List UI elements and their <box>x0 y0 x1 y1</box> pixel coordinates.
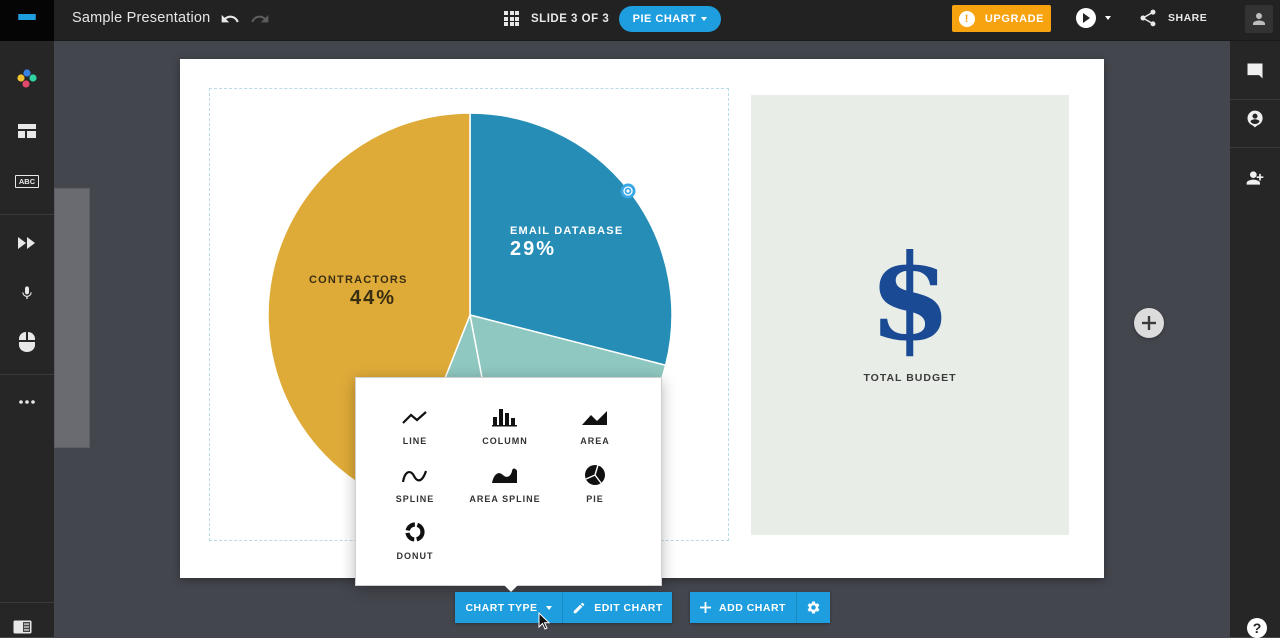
edit-chart-button[interactable]: EDIT CHART <box>562 592 672 623</box>
palette-icon <box>17 69 37 88</box>
add-person-icon <box>1246 171 1264 185</box>
layout-selector-label: PIE CHART <box>632 13 697 25</box>
alert-badge-icon: ! <box>958 10 975 27</box>
layout-selector-button[interactable]: PIE CHART <box>619 6 721 32</box>
caret-down-icon <box>545 605 552 610</box>
area-chart-icon <box>582 411 607 425</box>
chart-type-pie[interactable]: PIE <box>550 464 640 514</box>
sidebar-item-interactions[interactable] <box>0 322 54 362</box>
chart-type-label: SPLINE <box>395 494 435 504</box>
share-icon <box>1140 9 1156 27</box>
caret-down-icon[interactable] <box>1105 16 1111 20</box>
layout-icon <box>18 124 36 138</box>
dollar-symbol: $ <box>868 228 952 367</box>
sidebar-divider <box>0 214 54 215</box>
invite-collaborator-button[interactable] <box>1230 150 1280 206</box>
chart-type-area[interactable]: AREA <box>550 406 640 456</box>
left-sidebar: ABC <box>0 41 54 637</box>
user-icon <box>1253 13 1265 25</box>
add-slide-button[interactable] <box>1134 308 1164 338</box>
account-button[interactable] <box>1245 5 1273 33</box>
column-chart-icon <box>492 409 517 427</box>
slide-panel-toggle-icon[interactable] <box>13 620 32 634</box>
chart-type-button-label: CHART TYPE <box>465 601 538 614</box>
sidebar-item-more[interactable] <box>0 382 54 422</box>
sidebar-item-text[interactable]: ABC <box>0 161 54 201</box>
chart-edit-toolbar: CHART TYPE EDIT CHART <box>455 592 672 623</box>
help-icon: ? <box>1252 620 1262 636</box>
upgrade-button[interactable]: ! UPGRADE <box>952 5 1051 32</box>
top-bar: Sample Presentation SLIDE 3 OF 3 PIE CHA… <box>0 0 1280 41</box>
right-sidebar <box>1230 41 1280 637</box>
sidebar-item-layouts[interactable] <box>0 111 54 151</box>
help-button[interactable]: ? <box>1247 618 1267 638</box>
previous-slide-preview[interactable] <box>54 188 90 448</box>
total-budget-caption: TOTAL BUDGET <box>863 372 957 384</box>
chart-type-label: LINE <box>402 436 428 446</box>
sidebar-item-themes[interactable] <box>0 59 54 99</box>
slides-grid-icon[interactable] <box>504 11 519 26</box>
redo-icon[interactable] <box>250 9 270 29</box>
sidebar-divider <box>0 602 54 603</box>
chart-type-label: AREA <box>580 436 610 446</box>
presentation-title[interactable]: Sample Presentation <box>72 10 210 26</box>
fast-forward-icon <box>18 237 35 249</box>
sidebar-item-voiceover[interactable] <box>0 273 54 313</box>
more-icon <box>19 400 35 404</box>
present-button[interactable] <box>1076 8 1111 28</box>
hamburger-icon <box>18 14 36 27</box>
chart-type-donut[interactable]: DONUT <box>370 521 460 571</box>
chart-type-column[interactable]: COLUMN <box>460 406 550 456</box>
chart-type-area-spline[interactable]: AREA SPLINE <box>460 464 550 514</box>
mouse-cursor-icon <box>538 612 550 630</box>
undo-icon[interactable] <box>220 9 240 29</box>
slice-label-email-database: EMAIL DATABASE <box>510 225 624 237</box>
slice-value-email-database: 29% <box>510 238 557 260</box>
pie-chart-icon <box>585 464 605 485</box>
caret-down-icon <box>701 17 708 21</box>
speaker-button[interactable] <box>1230 91 1280 147</box>
chart-type-line[interactable]: LINE <box>370 406 460 456</box>
slice-label-contractors: CONTRACTORS <box>309 274 408 286</box>
donut-chart-icon <box>405 522 425 542</box>
play-icon <box>1076 8 1096 28</box>
share-button[interactable]: SHARE <box>1138 8 1207 28</box>
mouse-icon <box>19 332 35 352</box>
plus-icon <box>700 602 712 613</box>
plus-icon <box>1142 316 1156 330</box>
chart-type-label: AREA SPLINE <box>469 494 541 504</box>
share-label: SHARE <box>1168 12 1208 24</box>
pencil-icon <box>573 602 585 613</box>
sidebar-item-animation[interactable] <box>0 223 54 263</box>
chart-type-label: COLUMN <box>482 436 528 446</box>
comment-icon <box>1247 63 1263 79</box>
add-chart-button[interactable]: ADD CHART <box>690 592 796 623</box>
add-chart-toolbar: ADD CHART <box>690 592 830 623</box>
slide-counter: SLIDE 3 OF 3 <box>531 13 610 25</box>
edit-chart-label: EDIT CHART <box>594 601 663 614</box>
add-chart-label: ADD CHART <box>719 601 786 614</box>
chart-type-label: PIE <box>586 494 604 504</box>
slice-value-contractors: 44% <box>350 287 397 309</box>
upgrade-label: UPGRADE <box>984 12 1045 25</box>
gear-icon <box>807 601 820 614</box>
microphone-icon <box>22 286 32 299</box>
chart-type-label: DONUT <box>396 551 434 561</box>
slice-handle-icon[interactable] <box>620 183 636 199</box>
total-budget-panel[interactable]: $ TOTAL BUDGET <box>751 95 1069 535</box>
chart-settings-button[interactable] <box>796 592 830 623</box>
line-chart-icon <box>402 411 427 424</box>
area-spline-chart-icon <box>492 468 517 483</box>
text-icon: ABC <box>14 174 40 188</box>
chart-type-menu: LINE COLUMN AREA SPLINE AREA SPLINE PIE … <box>355 377 662 592</box>
chart-type-spline[interactable]: SPLINE <box>370 464 460 514</box>
spline-chart-icon <box>402 470 428 483</box>
account-pin-icon <box>1247 110 1263 128</box>
main-menu-button[interactable] <box>0 0 54 41</box>
sidebar-divider <box>0 374 54 375</box>
sidebar-divider <box>1230 147 1280 148</box>
